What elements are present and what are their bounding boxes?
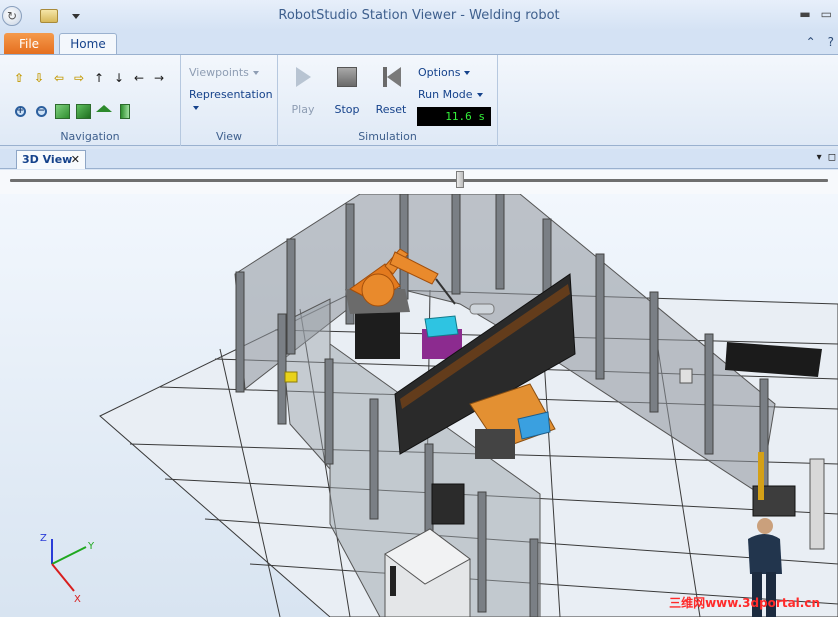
pan-down-icon[interactable]: ↓: [112, 71, 126, 85]
stop-label: Stop: [334, 103, 360, 116]
simulation-time-display: 11.6 s: [417, 107, 491, 126]
chevron-down-icon: [252, 71, 259, 75]
simulation-timeline: [0, 170, 838, 194]
options-dropdown[interactable]: Options: [418, 66, 471, 79]
reset-label: Reset: [375, 103, 407, 116]
rotate-left-icon[interactable]: ⇦: [52, 71, 66, 85]
navigation-group-label: Navigation: [60, 130, 120, 143]
tab-file[interactable]: File: [4, 33, 54, 55]
tab-3d-view-label: 3D View: [22, 153, 73, 166]
representation-dropdown[interactable]: Representation: [189, 88, 277, 114]
play-button[interactable]: Play: [282, 65, 324, 116]
chevron-down-icon: [464, 71, 471, 75]
view-center-icon[interactable]: [117, 103, 133, 119]
simulation-group-label: Simulation: [358, 130, 417, 143]
simulation-group: Play Stop Reset Options Run Mode 11.6 s …: [278, 55, 498, 146]
rotate-right-icon[interactable]: ⇨: [72, 71, 86, 85]
representation-label: Representation: [189, 88, 273, 101]
pan-left-icon[interactable]: ←: [132, 71, 146, 85]
3d-scene[interactable]: Z Y X: [0, 194, 838, 617]
window-controls: ▬ ▭: [799, 7, 832, 21]
stop-icon: [337, 67, 357, 87]
view-all-icon[interactable]: [75, 103, 91, 119]
timeline-track[interactable]: [10, 179, 828, 182]
home-view-icon[interactable]: [96, 103, 112, 119]
tab-home[interactable]: Home: [59, 33, 117, 56]
ribbon-controls: ⌃ ?: [806, 35, 834, 49]
view-group-label: View: [215, 130, 243, 143]
run-mode-label: Run Mode: [418, 88, 473, 101]
viewpoints-label: Viewpoints: [189, 66, 249, 79]
view-group: Viewpoints Representation View: [181, 55, 278, 146]
chevron-down-icon[interactable]: ▾: [817, 152, 822, 163]
ribbon-tab-row: File Home ⌃ ?: [0, 31, 838, 56]
watermark: 三维网www.3dportal.cn: [669, 596, 820, 610]
axis-indicator: Z Y X: [40, 533, 95, 605]
zoom-tools: + −: [12, 103, 133, 119]
document-controls: ▾ ◻: [817, 152, 836, 163]
navigation-group: ⇧ ⇩ ⇦ ⇨ ↑ ↓ ← → + − Navigation: [0, 55, 181, 146]
stop-button[interactable]: Stop: [326, 65, 368, 116]
axis-x-label: X: [74, 594, 81, 605]
chevron-down-icon: [193, 106, 199, 110]
axis-y-label: Y: [87, 541, 95, 552]
timeline-slider-thumb[interactable]: [455, 171, 464, 188]
maximize-icon[interactable]: ▭: [821, 7, 832, 21]
tab-3d-view[interactable]: 3D View ✕: [16, 150, 86, 169]
document-tab-strip: 3D View ✕ ▾ ◻: [0, 149, 838, 169]
help-icon[interactable]: ?: [828, 35, 834, 49]
viewpoints-dropdown[interactable]: Viewpoints: [189, 66, 259, 79]
rotate-down-icon[interactable]: ⇩: [32, 71, 46, 85]
3d-viewport[interactable]: Z Y X 三维网www.3dportal.cn: [0, 194, 838, 617]
play-label: Play: [291, 103, 315, 116]
reset-button[interactable]: Reset: [370, 65, 412, 116]
options-label: Options: [418, 66, 461, 79]
play-icon: [295, 67, 311, 87]
run-mode-dropdown[interactable]: Run Mode: [418, 88, 483, 101]
collapse-ribbon-icon[interactable]: ⌃: [806, 35, 816, 49]
reset-icon: [380, 67, 402, 87]
minimize-icon[interactable]: ▬: [799, 7, 810, 21]
torch-cleaner: [469, 303, 495, 315]
title-bar: ↻ RobotStudio Station Viewer - Welding r…: [0, 0, 838, 31]
zoom-window-icon[interactable]: [54, 103, 70, 119]
rotate-up-icon[interactable]: ⇧: [12, 71, 26, 85]
pan-up-icon[interactable]: ↑: [92, 71, 106, 85]
zoom-out-icon[interactable]: −: [33, 103, 49, 119]
maximize-icon[interactable]: ◻: [828, 152, 836, 163]
zoom-in-icon[interactable]: +: [12, 103, 28, 119]
chevron-down-icon: [476, 93, 483, 97]
pan-right-icon[interactable]: →: [152, 71, 166, 85]
axis-z-label: Z: [40, 533, 47, 544]
ribbon: ⇧ ⇩ ⇦ ⇨ ↑ ↓ ← → + − Navigation Viewpoint…: [0, 54, 838, 146]
window-title: RobotStudio Station Viewer - Welding rob…: [278, 8, 560, 23]
navigation-arrows: ⇧ ⇩ ⇦ ⇨ ↑ ↓ ← →: [12, 71, 166, 85]
close-icon[interactable]: ✕: [71, 151, 80, 169]
